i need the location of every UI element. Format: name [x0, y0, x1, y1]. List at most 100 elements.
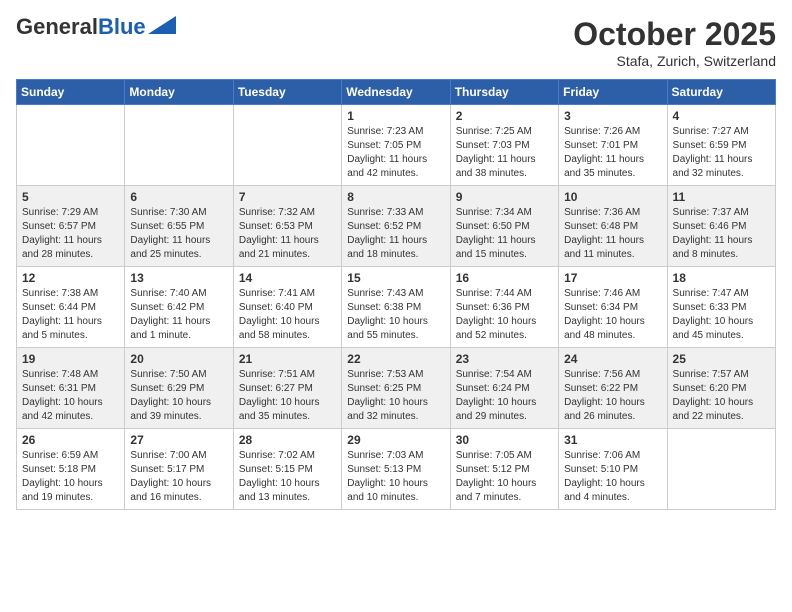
page-header: GeneralBlue October 2025 Stafa, Zurich, …	[16, 16, 776, 69]
day-info: Sunrise: 7:05 AM Sunset: 5:12 PM Dayligh…	[456, 449, 553, 505]
day-number: 11	[673, 190, 770, 204]
day-info: Sunrise: 7:48 AM Sunset: 6:31 PM Dayligh…	[22, 368, 119, 424]
calendar-week-row: 12Sunrise: 7:38 AM Sunset: 6:44 PM Dayli…	[17, 267, 776, 348]
day-info: Sunrise: 7:40 AM Sunset: 6:42 PM Dayligh…	[130, 287, 227, 343]
calendar-week-row: 19 Sunrise: 7:48 AM Sunset: 6:31 PM Dayli…	[17, 348, 776, 429]
calendar-cell: 19 Sunrise: 7:48 AM Sunset: 6:31 PM Dayli…	[17, 348, 125, 429]
calendar-cell: 25 Sunrise: 7:57 AM Sunset: 6:20 PM Dayli…	[667, 348, 775, 429]
day-info: Sunrise: 7:57 AM Sunset: 6:20 PM Dayligh…	[673, 368, 770, 424]
day-number: 30	[456, 433, 553, 447]
day-number: 15	[347, 271, 444, 285]
calendar-cell	[667, 429, 775, 510]
day-info: Sunrise: 7:43 AM Sunset: 6:38 PM Dayligh…	[347, 287, 444, 343]
calendar-cell: 15 Sunrise: 7:43 AM Sunset: 6:38 PM Dayli…	[342, 267, 450, 348]
logo-text: GeneralBlue	[16, 16, 146, 38]
day-number: 14	[239, 271, 336, 285]
calendar-table: SundayMondayTuesdayWednesdayThursdayFrid…	[16, 79, 776, 510]
calendar-cell: 31 Sunrise: 7:06 AM Sunset: 5:10 PM Dayli…	[559, 429, 667, 510]
calendar-cell: 3 Sunrise: 7:26 AM Sunset: 7:01 PM Daylig…	[559, 105, 667, 186]
weekday-header-tuesday: Tuesday	[233, 80, 341, 105]
calendar-cell: 13 Sunrise: 7:40 AM Sunset: 6:42 PM Dayli…	[125, 267, 233, 348]
day-info: Sunrise: 7:41 AM Sunset: 6:40 PM Dayligh…	[239, 287, 336, 343]
day-info: Sunrise: 7:34 AM Sunset: 6:50 PM Dayligh…	[456, 206, 553, 262]
calendar-cell	[233, 105, 341, 186]
day-number: 24	[564, 352, 661, 366]
day-info: Sunrise: 7:26 AM Sunset: 7:01 PM Dayligh…	[564, 125, 661, 181]
calendar-cell: 5 Sunrise: 7:29 AM Sunset: 6:57 PM Daylig…	[17, 186, 125, 267]
day-info: Sunrise: 7:27 AM Sunset: 6:59 PM Dayligh…	[673, 125, 770, 181]
day-number: 31	[564, 433, 661, 447]
day-number: 10	[564, 190, 661, 204]
calendar-cell: 2Sunrise: 7:25 AM Sunset: 7:03 PM Daylig…	[450, 105, 558, 186]
day-number: 28	[239, 433, 336, 447]
day-info: Sunrise: 7:33 AM Sunset: 6:52 PM Dayligh…	[347, 206, 444, 262]
day-number: 1	[347, 109, 444, 123]
logo-icon	[148, 16, 176, 34]
weekday-header-saturday: Saturday	[667, 80, 775, 105]
day-number: 23	[456, 352, 553, 366]
day-number: 27	[130, 433, 227, 447]
day-info: Sunrise: 7:54 AM Sunset: 6:24 PM Dayligh…	[456, 368, 553, 424]
day-number: 3	[564, 109, 661, 123]
calendar-cell: 9 Sunrise: 7:34 AM Sunset: 6:50 PM Daylig…	[450, 186, 558, 267]
calendar-cell: 1 Sunrise: 7:23 AM Sunset: 7:05 PM Daylig…	[342, 105, 450, 186]
calendar-cell: 10 Sunrise: 7:36 AM Sunset: 6:48 PM Dayli…	[559, 186, 667, 267]
day-number: 20	[130, 352, 227, 366]
day-info: Sunrise: 7:51 AM Sunset: 6:27 PM Dayligh…	[239, 368, 336, 424]
calendar-cell: 16Sunrise: 7:44 AM Sunset: 6:36 PM Dayli…	[450, 267, 558, 348]
day-info: Sunrise: 6:59 AM Sunset: 5:18 PM Dayligh…	[22, 449, 119, 505]
weekday-header-wednesday: Wednesday	[342, 80, 450, 105]
calendar-cell: 8 Sunrise: 7:33 AM Sunset: 6:52 PM Daylig…	[342, 186, 450, 267]
day-number: 21	[239, 352, 336, 366]
day-info: Sunrise: 7:36 AM Sunset: 6:48 PM Dayligh…	[564, 206, 661, 262]
calendar-cell: 4Sunrise: 7:27 AM Sunset: 6:59 PM Daylig…	[667, 105, 775, 186]
day-info: Sunrise: 7:00 AM Sunset: 5:17 PM Dayligh…	[130, 449, 227, 505]
day-info: Sunrise: 7:44 AM Sunset: 6:36 PM Dayligh…	[456, 287, 553, 343]
day-number: 29	[347, 433, 444, 447]
calendar-cell: 28 Sunrise: 7:02 AM Sunset: 5:15 PM Dayli…	[233, 429, 341, 510]
day-number: 12	[22, 271, 119, 285]
day-info: Sunrise: 7:03 AM Sunset: 5:13 PM Dayligh…	[347, 449, 444, 505]
day-number: 5	[22, 190, 119, 204]
title-block: October 2025 Stafa, Zurich, Switzerland	[573, 16, 776, 69]
day-info: Sunrise: 7:56 AM Sunset: 6:22 PM Dayligh…	[564, 368, 661, 424]
day-number: 17	[564, 271, 661, 285]
day-info: Sunrise: 7:29 AM Sunset: 6:57 PM Dayligh…	[22, 206, 119, 262]
weekday-header-friday: Friday	[559, 80, 667, 105]
calendar-cell: 22 Sunrise: 7:53 AM Sunset: 6:25 PM Dayli…	[342, 348, 450, 429]
calendar-cell: 7Sunrise: 7:32 AM Sunset: 6:53 PM Daylig…	[233, 186, 341, 267]
calendar-cell: 24 Sunrise: 7:56 AM Sunset: 6:22 PM Dayli…	[559, 348, 667, 429]
day-info: Sunrise: 7:53 AM Sunset: 6:25 PM Dayligh…	[347, 368, 444, 424]
day-number: 2	[456, 109, 553, 123]
day-number: 9	[456, 190, 553, 204]
day-number: 19	[22, 352, 119, 366]
day-info: Sunrise: 7:02 AM Sunset: 5:15 PM Dayligh…	[239, 449, 336, 505]
calendar-cell: 17 Sunrise: 7:46 AM Sunset: 6:34 PM Dayli…	[559, 267, 667, 348]
day-info: Sunrise: 7:30 AM Sunset: 6:55 PM Dayligh…	[130, 206, 227, 262]
calendar-header-row: SundayMondayTuesdayWednesdayThursdayFrid…	[17, 80, 776, 105]
day-info: Sunrise: 7:47 AM Sunset: 6:33 PM Dayligh…	[673, 287, 770, 343]
calendar-cell: 23 Sunrise: 7:54 AM Sunset: 6:24 PM Dayli…	[450, 348, 558, 429]
calendar-cell: 6Sunrise: 7:30 AM Sunset: 6:55 PM Daylig…	[125, 186, 233, 267]
calendar-cell: 26 Sunrise: 6:59 AM Sunset: 5:18 PM Dayli…	[17, 429, 125, 510]
day-number: 8	[347, 190, 444, 204]
calendar-week-row: 1 Sunrise: 7:23 AM Sunset: 7:05 PM Daylig…	[17, 105, 776, 186]
calendar-cell: 29 Sunrise: 7:03 AM Sunset: 5:13 PM Dayli…	[342, 429, 450, 510]
day-number: 7	[239, 190, 336, 204]
day-info: Sunrise: 7:23 AM Sunset: 7:05 PM Dayligh…	[347, 125, 444, 181]
calendar-cell: 27 Sunrise: 7:00 AM Sunset: 5:17 PM Dayli…	[125, 429, 233, 510]
location: Stafa, Zurich, Switzerland	[573, 53, 776, 69]
day-number: 25	[673, 352, 770, 366]
weekday-header-sunday: Sunday	[17, 80, 125, 105]
day-number: 26	[22, 433, 119, 447]
day-info: Sunrise: 7:46 AM Sunset: 6:34 PM Dayligh…	[564, 287, 661, 343]
calendar-cell: 21 Sunrise: 7:51 AM Sunset: 6:27 PM Dayli…	[233, 348, 341, 429]
calendar-cell: 30 Sunrise: 7:05 AM Sunset: 5:12 PM Dayli…	[450, 429, 558, 510]
day-info: Sunrise: 7:50 AM Sunset: 6:29 PM Dayligh…	[130, 368, 227, 424]
day-number: 22	[347, 352, 444, 366]
calendar-week-row: 26 Sunrise: 6:59 AM Sunset: 5:18 PM Dayli…	[17, 429, 776, 510]
day-info: Sunrise: 7:06 AM Sunset: 5:10 PM Dayligh…	[564, 449, 661, 505]
calendar-week-row: 5 Sunrise: 7:29 AM Sunset: 6:57 PM Daylig…	[17, 186, 776, 267]
day-info: Sunrise: 7:37 AM Sunset: 6:46 PM Dayligh…	[673, 206, 770, 262]
day-number: 13	[130, 271, 227, 285]
